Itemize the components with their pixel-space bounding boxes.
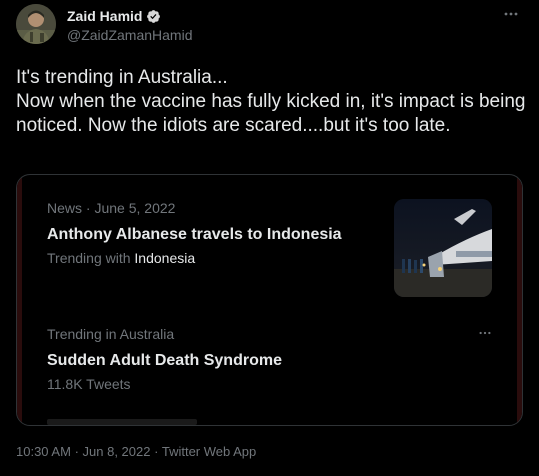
avatar[interactable]: [16, 4, 56, 44]
news-trending-line: Trending with Indonesia: [47, 249, 377, 267]
card-cutoff-fade: [47, 419, 197, 425]
footer-separator: ·: [74, 444, 79, 459]
footer-separator: ·: [154, 444, 159, 459]
tweet-client[interactable]: Twitter Web App: [162, 444, 256, 459]
tweet-footer: 10:30 AM · Jun 8, 2022 · Twitter Web App: [16, 444, 256, 459]
news-meta: News · June 5, 2022: [47, 199, 377, 217]
card-edge-right: [517, 175, 522, 425]
news-source: News: [47, 200, 83, 216]
author-handle[interactable]: @ZaidZamanHamid: [67, 27, 192, 43]
trend-count: 11.8K Tweets: [47, 376, 131, 392]
tweet: Zaid Hamid @ZaidZamanHamid It's trending…: [0, 0, 539, 476]
trend-headline[interactable]: Sudden Adult Death Syndrome: [47, 350, 487, 372]
trending-prefix: Trending with: [47, 250, 131, 266]
more-horizontal-icon[interactable]: [503, 6, 519, 25]
tweet-text: It's trending in Australia... Now when t…: [16, 67, 526, 136]
trending-term[interactable]: Indonesia: [134, 250, 195, 266]
news-separator: ·: [85, 200, 91, 216]
trends-card[interactable]: News · June 5, 2022 Anthony Albanese tra…: [16, 174, 523, 426]
card-edge-left: [17, 175, 22, 425]
author-name[interactable]: Zaid Hamid: [67, 8, 161, 24]
more-horizontal-icon[interactable]: [478, 326, 492, 343]
tweet-date[interactable]: Jun 8, 2022: [83, 444, 151, 459]
news-item[interactable]: News · June 5, 2022 Anthony Albanese tra…: [47, 199, 377, 267]
verified-badge-icon: [146, 9, 161, 24]
news-headline[interactable]: Anthony Albanese travels to Indonesia: [47, 224, 377, 246]
news-thumbnail[interactable]: [394, 199, 492, 297]
trend-item[interactable]: Trending in Australia Sudden Adult Death…: [47, 325, 487, 393]
tweet-time[interactable]: 10:30 AM: [16, 444, 71, 459]
trend-category: Trending in Australia: [47, 326, 175, 342]
news-date: June 5, 2022: [94, 200, 176, 216]
author-name-text[interactable]: Zaid Hamid: [67, 8, 142, 24]
